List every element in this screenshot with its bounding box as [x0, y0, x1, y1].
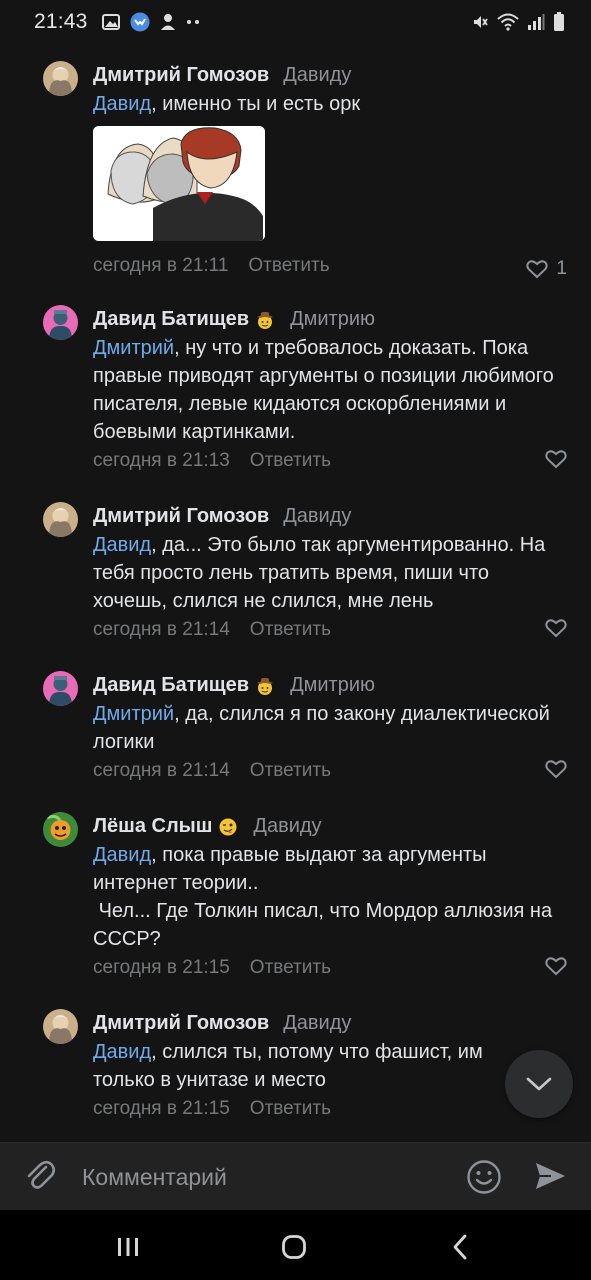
comment-text: Давид, да... Это было так аргументирован…	[93, 534, 546, 612]
avatar[interactable]	[43, 812, 78, 847]
comment-time: сегодня в 21:15	[93, 957, 230, 978]
comments-feed[interactable]: Дмитрий Гомозов Давиду Давид, именно ты …	[0, 44, 591, 1142]
avatar[interactable]	[43, 305, 78, 340]
wifi-icon	[497, 13, 519, 31]
comment-author[interactable]: Давид Батищев	[93, 305, 249, 334]
reply-button[interactable]: Ответить	[250, 756, 331, 786]
comment-time: сегодня в 21:13	[93, 450, 230, 471]
home-icon	[282, 1235, 306, 1259]
mute-icon	[471, 13, 489, 31]
avatar[interactable]	[43, 671, 78, 706]
comment-time: сегодня в 21:15	[93, 1098, 230, 1119]
comment-author[interactable]: Давид Батищев	[93, 671, 249, 700]
heart-icon	[526, 260, 549, 279]
recent-apps-button[interactable]	[108, 1230, 148, 1264]
comment-image-attachment[interactable]	[93, 126, 265, 241]
reply-button[interactable]: Ответить	[250, 446, 331, 476]
comment-author[interactable]: Дмитрий Гомозов	[93, 1009, 269, 1038]
battery-icon	[553, 12, 565, 32]
heart-icon	[545, 760, 567, 779]
vk-notification-icon	[130, 12, 150, 32]
home-button[interactable]	[274, 1230, 314, 1264]
cowboy-emoji-icon	[254, 675, 276, 697]
comment-author[interactable]: Лёша Слыш	[93, 812, 212, 841]
like-button[interactable]	[545, 759, 567, 779]
comment-time: сегодня в 21:14	[93, 760, 230, 781]
status-time: 21:43	[34, 10, 88, 33]
avatar[interactable]	[43, 61, 78, 96]
reply-button[interactable]: Ответить	[248, 251, 329, 281]
comment-reply-to[interactable]: Дмитрию	[290, 305, 375, 334]
heart-icon	[545, 957, 567, 976]
comment-author[interactable]: Дмитрий Гомозов	[93, 61, 269, 90]
comment-reply-to[interactable]: Давиду	[283, 502, 351, 531]
smiley-icon[interactable]	[466, 1159, 502, 1200]
comment-text: Давид, слился ты, потому что фашист, им …	[93, 1041, 483, 1091]
profile-notification-icon	[160, 13, 176, 31]
comment-text: Дмитрий, ну что и требовалось доказать. …	[93, 337, 554, 443]
like-button[interactable]	[545, 618, 567, 638]
comment-reply-to[interactable]: Давиду	[283, 61, 351, 90]
signal-icon	[527, 13, 545, 31]
comment-reply-to[interactable]: Дмитрию	[290, 671, 375, 700]
cowboy-emoji-icon	[254, 309, 276, 331]
like-button[interactable]	[545, 449, 567, 469]
comment-text: Давид, именно ты и есть орк	[93, 93, 361, 115]
comment-author[interactable]: Дмитрий Гомозов	[93, 502, 269, 531]
comment-text-continuation: Чел... Где Толкин писал, что Мордор аллю…	[93, 900, 558, 950]
comment-text: Давид, пока правые выдают за аргументы и…	[93, 844, 487, 894]
comment-mention[interactable]: Давид	[93, 93, 151, 115]
more-notifications-icon	[186, 19, 200, 25]
comment-input[interactable]	[82, 1160, 442, 1194]
comment-mention[interactable]: Дмитрий	[93, 337, 174, 359]
avatar[interactable]	[43, 502, 78, 537]
send-icon[interactable]	[533, 1159, 567, 1198]
reply-button[interactable]: Ответить	[250, 1094, 331, 1124]
comment-reply-to[interactable]: Давиду	[253, 812, 321, 841]
comment-mention[interactable]: Давид	[93, 1041, 151, 1063]
comment-mention[interactable]: Давид	[93, 844, 151, 866]
heart-icon	[545, 619, 567, 638]
comment-time: сегодня в 21:11	[93, 255, 229, 276]
system-navigation-bar	[0, 1210, 591, 1280]
recent-apps-icon	[118, 1238, 138, 1256]
comment-time: сегодня в 21:14	[93, 619, 230, 640]
like-button[interactable]: 1	[526, 254, 567, 284]
comment-text: Дмитрий, да, слился я по закону диалекти…	[93, 703, 550, 753]
like-count: 1	[556, 258, 567, 279]
comment-reply-to[interactable]: Давиду	[283, 1009, 351, 1038]
back-icon	[453, 1234, 467, 1260]
reply-button[interactable]: Ответить	[250, 953, 331, 983]
like-button[interactable]	[545, 956, 567, 976]
comment-mention[interactable]: Давид	[93, 534, 151, 556]
avatar[interactable]	[43, 1009, 78, 1044]
heart-icon	[545, 450, 567, 469]
paperclip-icon[interactable]	[24, 1158, 58, 1199]
back-button[interactable]	[440, 1230, 480, 1264]
comment-mention[interactable]: Дмитрий	[93, 703, 174, 725]
drooling-emoji-icon	[217, 816, 239, 838]
scroll-down-button[interactable]	[505, 1050, 573, 1118]
gallery-notification-icon	[101, 14, 120, 30]
reply-button[interactable]: Ответить	[250, 615, 331, 645]
status-bar: 21:43	[0, 0, 591, 44]
comment-composer	[0, 1142, 591, 1210]
chevron-down-icon	[526, 1077, 552, 1091]
